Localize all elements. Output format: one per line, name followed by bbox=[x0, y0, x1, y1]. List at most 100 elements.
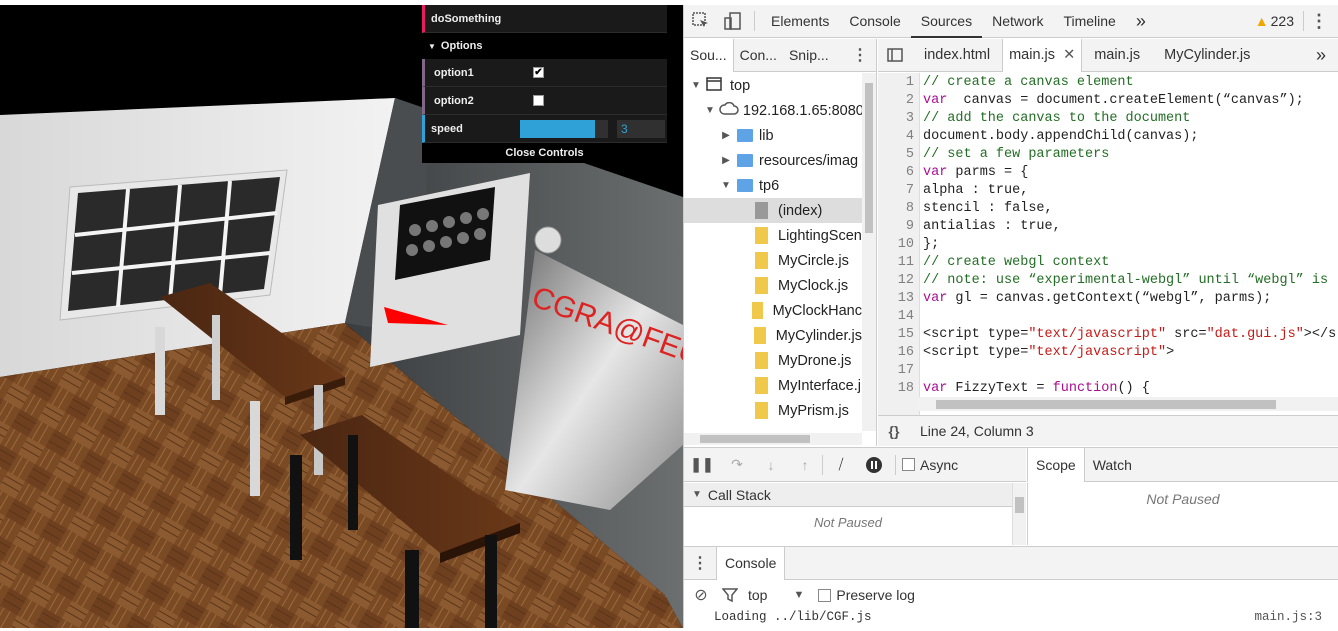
pretty-print-icon[interactable]: {} bbox=[878, 423, 910, 439]
customize-menu-icon[interactable]: ⋮ bbox=[1310, 11, 1328, 32]
tab-network[interactable]: Network bbox=[982, 13, 1053, 29]
console-toolbar: ⊘ top ▼ Preserve log bbox=[684, 580, 1338, 610]
code-editor[interactable]: 1 // create a canvas element 2 var canvas =… bbox=[878, 73, 1338, 415]
line-number[interactable]: 16 bbox=[878, 345, 914, 360]
tree-node[interactable]: ▶ resources/imag bbox=[684, 148, 862, 173]
line-number[interactable]: 1 bbox=[878, 75, 914, 90]
option1-checkbox[interactable]: ✔ bbox=[533, 67, 544, 78]
collapsed-arrow-icon[interactable]: ▶ bbox=[720, 155, 732, 166]
tab-scope[interactable]: Scope bbox=[1028, 447, 1085, 482]
editor-tab-main-js-2[interactable]: main.js bbox=[1082, 39, 1152, 72]
file-icon bbox=[753, 327, 766, 344]
preserve-log-checkbox[interactable] bbox=[818, 588, 832, 602]
collapsed-arrow-icon[interactable]: ▶ bbox=[720, 130, 732, 141]
line-number[interactable]: 7 bbox=[878, 183, 914, 198]
tab-sources[interactable]: Sources bbox=[910, 5, 983, 38]
tree-node[interactable]: LightingScen bbox=[684, 223, 862, 248]
more-tabs-icon[interactable]: » bbox=[1126, 11, 1156, 32]
line-number[interactable]: 11 bbox=[878, 255, 914, 270]
tab-console-drawer[interactable]: Console bbox=[716, 546, 786, 580]
line-number[interactable]: 12 bbox=[878, 273, 914, 288]
line-number[interactable]: 4 bbox=[878, 129, 914, 144]
speed-input[interactable]: 3 bbox=[617, 120, 665, 138]
tree-node[interactable]: MyDrone.js bbox=[684, 348, 862, 373]
options-folder[interactable]: ▼ Options bbox=[422, 33, 667, 59]
line-number[interactable]: 8 bbox=[878, 201, 914, 216]
line-number[interactable]: 3 bbox=[878, 111, 914, 126]
navigator-menu-icon[interactable]: ⋮ bbox=[852, 45, 868, 65]
tab-sources-nav[interactable]: Sou... bbox=[684, 38, 734, 72]
tree-node[interactable]: MyCircle.js bbox=[684, 248, 862, 273]
tab-content-scripts[interactable]: Con... bbox=[734, 47, 783, 63]
line-number[interactable]: 13 bbox=[878, 291, 914, 306]
line-number[interactable]: 18 bbox=[878, 381, 914, 396]
tree-node[interactable]: ▼ 192.168.1.65:8080 bbox=[684, 98, 862, 123]
line-number[interactable]: 2 bbox=[878, 93, 914, 108]
filter-icon[interactable] bbox=[718, 587, 742, 603]
expanded-arrow-icon[interactable]: ▼ bbox=[705, 105, 715, 116]
tree-node[interactable]: ▼ top bbox=[684, 73, 862, 98]
debugger-scrollbar[interactable] bbox=[1012, 483, 1026, 545]
tab-snippets[interactable]: Snip... bbox=[783, 47, 835, 63]
speed-slider[interactable] bbox=[520, 120, 608, 138]
line-number[interactable]: 6 bbox=[878, 165, 914, 180]
option1-label: option1 bbox=[434, 66, 474, 79]
line-number[interactable]: 9 bbox=[878, 219, 914, 234]
tree-node[interactable]: MyPrism.js bbox=[684, 398, 862, 423]
code-token: FizzyText = bbox=[947, 381, 1053, 396]
editor-horizontal-scrollbar[interactable] bbox=[918, 397, 1338, 411]
close-controls-button[interactable]: Close Controls bbox=[422, 143, 667, 163]
tree-node[interactable]: MyClock.js bbox=[684, 273, 862, 298]
drawer-menu-icon[interactable]: ⋮ bbox=[684, 553, 716, 573]
tree-node[interactable]: MyCylinder.js bbox=[684, 323, 862, 348]
code-line: // create a canvas element bbox=[923, 75, 1134, 90]
close-tab-icon[interactable]: ✕ bbox=[1063, 47, 1075, 63]
tree-node[interactable]: ▶ lib bbox=[684, 123, 862, 148]
clear-console-icon[interactable]: ⊘ bbox=[684, 585, 718, 605]
pause-icon[interactable]: ❚❚ bbox=[684, 456, 720, 473]
step-into-icon[interactable]: ↓ bbox=[754, 457, 788, 473]
expanded-arrow-icon[interactable]: ▼ bbox=[690, 80, 702, 91]
do-something-button[interactable]: doSomething bbox=[422, 5, 667, 33]
call-stack-header[interactable]: ▼ Call Stack bbox=[684, 483, 1012, 507]
warning-badge[interactable]: ▲ 223 bbox=[1255, 13, 1294, 29]
line-number[interactable]: 10 bbox=[878, 237, 914, 252]
editor-tab-index-html[interactable]: index.html bbox=[912, 39, 1002, 72]
line-number[interactable]: 17 bbox=[878, 363, 914, 378]
tree-vertical-scrollbar[interactable] bbox=[862, 73, 876, 431]
line-number[interactable]: 5 bbox=[878, 147, 914, 162]
tree-node-label: 192.168.1.65:8080 bbox=[742, 102, 862, 119]
code-token: src= bbox=[1166, 327, 1207, 342]
step-over-icon[interactable]: ↷ bbox=[720, 456, 754, 473]
do-something-label: doSomething bbox=[431, 12, 502, 25]
expanded-arrow-icon[interactable]: ▼ bbox=[720, 180, 732, 191]
editor-tab-main-js[interactable]: main.js ✕ bbox=[1002, 38, 1083, 72]
context-dropdown-icon[interactable]: ▼ bbox=[793, 589, 804, 601]
option2-checkbox[interactable] bbox=[533, 95, 544, 106]
line-number[interactable]: 14 bbox=[878, 309, 914, 324]
context-selector[interactable]: top bbox=[748, 587, 767, 603]
tree-node[interactable]: ▼ tp6 bbox=[684, 173, 862, 198]
pause-on-exceptions-icon[interactable] bbox=[859, 456, 889, 474]
file-icon bbox=[755, 277, 768, 294]
tree-node[interactable]: MyInterface.j bbox=[684, 373, 862, 398]
tab-elements[interactable]: Elements bbox=[761, 13, 839, 29]
log-source-link[interactable]: main.js:3 bbox=[1254, 610, 1322, 624]
tab-watch[interactable]: Watch bbox=[1085, 457, 1140, 473]
tab-timeline[interactable]: Timeline bbox=[1053, 13, 1125, 29]
line-number[interactable]: 15 bbox=[878, 327, 914, 342]
tree-node[interactable]: (index) bbox=[684, 198, 862, 223]
sidebar-tabs: Scope Watch bbox=[1027, 447, 1338, 482]
tab-console[interactable]: Console bbox=[839, 13, 910, 29]
deactivate-breakpoints-icon[interactable]: ⧸ bbox=[823, 456, 859, 473]
more-editor-tabs-icon[interactable]: » bbox=[1304, 39, 1338, 72]
tree-node[interactable]: MyClockHanc bbox=[684, 298, 862, 323]
drawer-tabs: ⋮ Console bbox=[684, 546, 1338, 580]
editor-tab-mycylinder-js[interactable]: MyCylinder.js bbox=[1152, 39, 1262, 72]
inspect-element-icon[interactable] bbox=[684, 12, 718, 30]
toggle-navigator-icon[interactable] bbox=[878, 47, 912, 63]
tree-horizontal-scrollbar[interactable] bbox=[684, 433, 862, 445]
step-out-icon[interactable]: ↑ bbox=[788, 457, 822, 473]
async-checkbox[interactable] bbox=[902, 458, 915, 471]
device-mode-icon[interactable] bbox=[718, 12, 748, 30]
